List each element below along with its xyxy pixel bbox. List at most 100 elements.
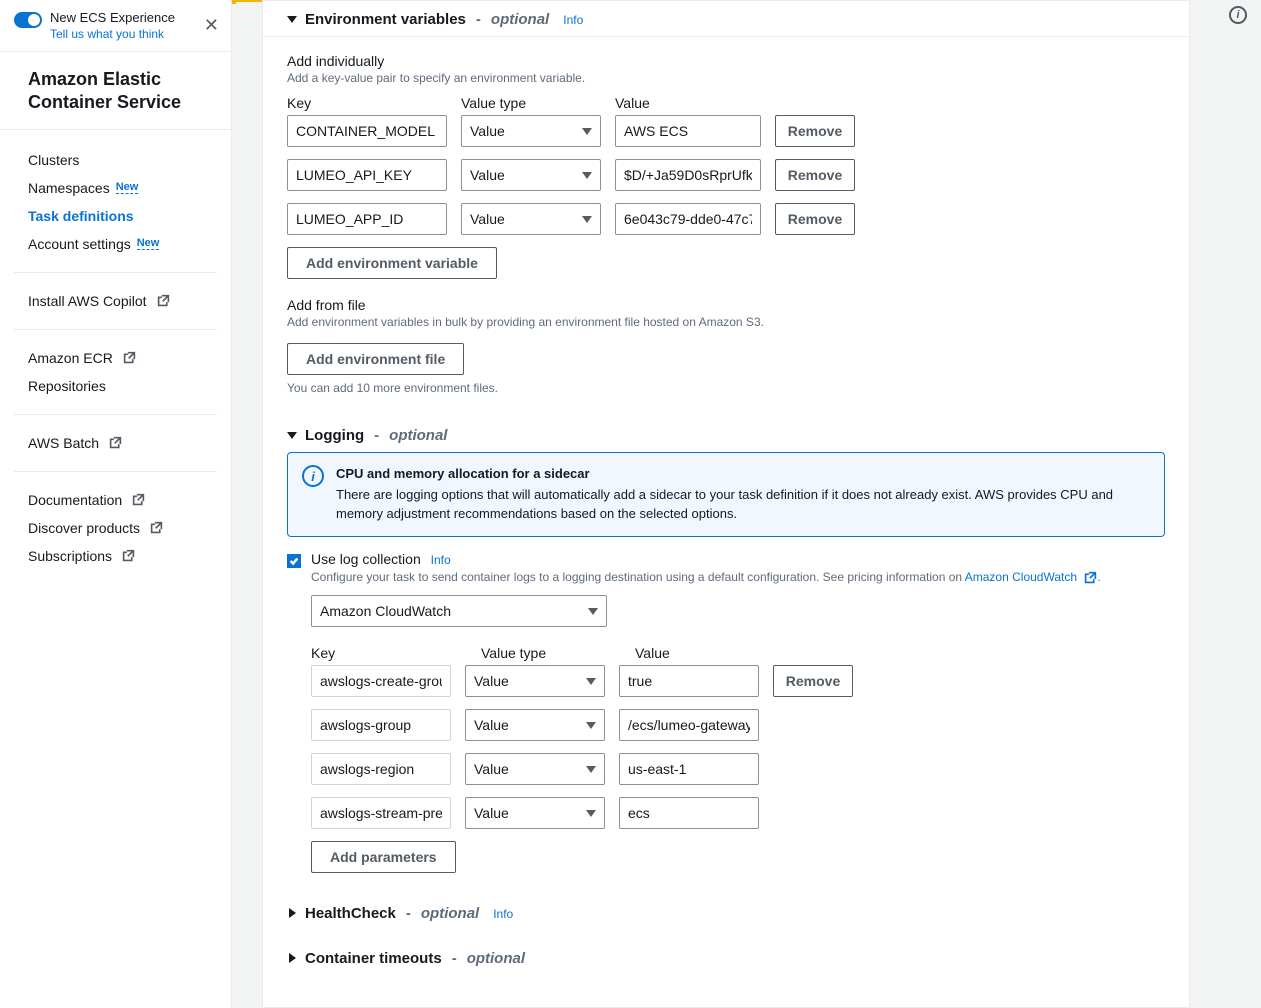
chevron-down-icon <box>586 673 596 689</box>
nav-label: AWS Batch <box>28 435 99 451</box>
section-title: Container timeouts <box>305 950 442 967</box>
value-type-select[interactable]: Value <box>461 115 601 147</box>
nav-namespaces[interactable]: Namespaces New <box>14 174 217 202</box>
gutter-left <box>232 0 262 1008</box>
select-value: Value <box>474 717 509 733</box>
external-link-icon <box>132 493 145 506</box>
select-value: Value <box>474 673 509 689</box>
log-row: Value <box>311 797 1189 829</box>
caret-down-icon <box>287 427 297 444</box>
env-key-input[interactable] <box>287 203 447 235</box>
nav-aws-batch[interactable]: AWS Batch <box>14 429 217 457</box>
nav-section-primary: Clusters Namespaces New Task definitions… <box>14 142 217 262</box>
log-key <box>311 753 451 785</box>
help-panel-icon[interactable]: i <box>1229 6 1247 24</box>
env-key-input[interactable] <box>287 115 447 147</box>
use-log-checkbox[interactable] <box>287 554 301 568</box>
new-badge: New <box>116 181 139 194</box>
new-experience-toggle[interactable] <box>14 12 42 28</box>
env-key-input[interactable] <box>287 159 447 191</box>
nav-section-resources: Documentation Discover products Subscrip… <box>14 471 217 574</box>
value-type-select[interactable]: Value <box>461 203 601 235</box>
nav-label: Namespaces <box>28 180 110 196</box>
remove-button[interactable]: Remove <box>775 159 855 191</box>
nav-repositories[interactable]: Repositories <box>14 372 217 400</box>
sub-desc: Add environment variables in bulk by pro… <box>287 315 1165 329</box>
external-link-icon <box>150 521 163 534</box>
close-icon[interactable]: ✕ <box>204 16 219 34</box>
log-key <box>311 797 451 829</box>
remove-button[interactable]: Remove <box>773 665 853 697</box>
select-value: Value <box>470 167 505 183</box>
nav-label: Task definitions <box>28 208 134 224</box>
log-column-labels: Key Value type Value <box>311 645 1189 661</box>
remove-button[interactable]: Remove <box>775 115 855 147</box>
caret-right-icon <box>287 905 297 922</box>
value-type-select[interactable]: Value <box>465 753 605 785</box>
value-type-select[interactable]: Value <box>465 797 605 829</box>
env-vars-header[interactable]: Environment variables - optional Info <box>263 1 1189 37</box>
env-value-input[interactable] <box>615 203 761 235</box>
nav-discover-products[interactable]: Discover products <box>14 514 217 542</box>
env-column-labels: Key Value type Value <box>287 95 1165 111</box>
sidebar-nav: Clusters Namespaces New Task definitions… <box>0 130 231 586</box>
log-value-input[interactable] <box>619 753 759 785</box>
nav-subscriptions[interactable]: Subscriptions <box>14 542 217 570</box>
info-link[interactable]: Info <box>563 13 583 27</box>
logging-alert: i CPU and memory allocation for a sideca… <box>287 452 1165 537</box>
nav-clusters[interactable]: Clusters <box>14 146 217 174</box>
nav-install-copilot[interactable]: Install AWS Copilot <box>14 287 217 315</box>
col-value-label: Value <box>615 95 761 111</box>
external-link-icon <box>123 351 136 364</box>
nav-label: Repositories <box>28 378 106 394</box>
period: . <box>1097 570 1100 584</box>
env-row: Value Remove <box>287 115 1165 147</box>
use-log-collection-row: Use log collection Info Configure your t… <box>263 551 1189 586</box>
add-env-file-button[interactable]: Add environment file <box>287 343 464 375</box>
value-type-select[interactable]: Value <box>465 709 605 741</box>
col-value-label: Value <box>635 645 781 661</box>
alert-title: CPU and memory allocation for a sidecar <box>336 465 1150 484</box>
log-value-input[interactable] <box>619 797 759 829</box>
env-row: Value Remove <box>287 159 1165 191</box>
value-type-select[interactable]: Value <box>461 159 601 191</box>
log-key <box>311 665 451 697</box>
external-link-icon <box>1084 571 1097 584</box>
env-value-input[interactable] <box>615 159 761 191</box>
service-title: Amazon Elastic Container Service <box>0 52 231 130</box>
env-add-individually: Add individually Add a key-value pair to… <box>263 41 1189 401</box>
nav-task-definitions[interactable]: Task definitions <box>14 202 217 230</box>
healthcheck-header[interactable]: HealthCheck - optional Info <box>263 895 1189 930</box>
sub-heading: Add individually <box>287 53 1165 69</box>
select-value: Value <box>470 211 505 227</box>
env-file-hint: You can add 10 more environment files. <box>287 381 1165 395</box>
chevron-down-icon <box>588 603 598 619</box>
chevron-down-icon <box>586 717 596 733</box>
log-value-input[interactable] <box>619 665 759 697</box>
caret-down-icon <box>287 11 297 28</box>
nav-section-copilot: Install AWS Copilot <box>14 272 217 319</box>
section-title: Logging <box>305 427 364 444</box>
col-type-label: Value type <box>481 645 621 661</box>
logging-header[interactable]: Logging - optional <box>263 417 1189 452</box>
col-key-label: Key <box>311 645 467 661</box>
add-parameters-button[interactable]: Add parameters <box>311 841 456 873</box>
banner-feedback-link[interactable]: Tell us what you think <box>50 27 217 41</box>
info-icon: i <box>302 465 324 487</box>
info-link[interactable]: Info <box>431 553 451 567</box>
add-env-var-button[interactable]: Add environment variable <box>287 247 497 279</box>
nav-label: Install AWS Copilot <box>28 293 147 309</box>
nav-amazon-ecr[interactable]: Amazon ECR <box>14 344 217 372</box>
remove-button[interactable]: Remove <box>775 203 855 235</box>
timeouts-header[interactable]: Container timeouts - optional <box>263 940 1189 975</box>
info-link[interactable]: Info <box>493 907 513 921</box>
env-value-input[interactable] <box>615 115 761 147</box>
nav-label: Discover products <box>28 520 140 536</box>
dash: - <box>406 905 411 922</box>
nav-documentation[interactable]: Documentation <box>14 486 217 514</box>
nav-account-settings[interactable]: Account settings New <box>14 230 217 258</box>
log-driver-select[interactable]: Amazon CloudWatch <box>311 595 607 627</box>
cloudwatch-link[interactable]: Amazon CloudWatch <box>965 570 1098 584</box>
value-type-select[interactable]: Value <box>465 665 605 697</box>
log-value-input[interactable] <box>619 709 759 741</box>
